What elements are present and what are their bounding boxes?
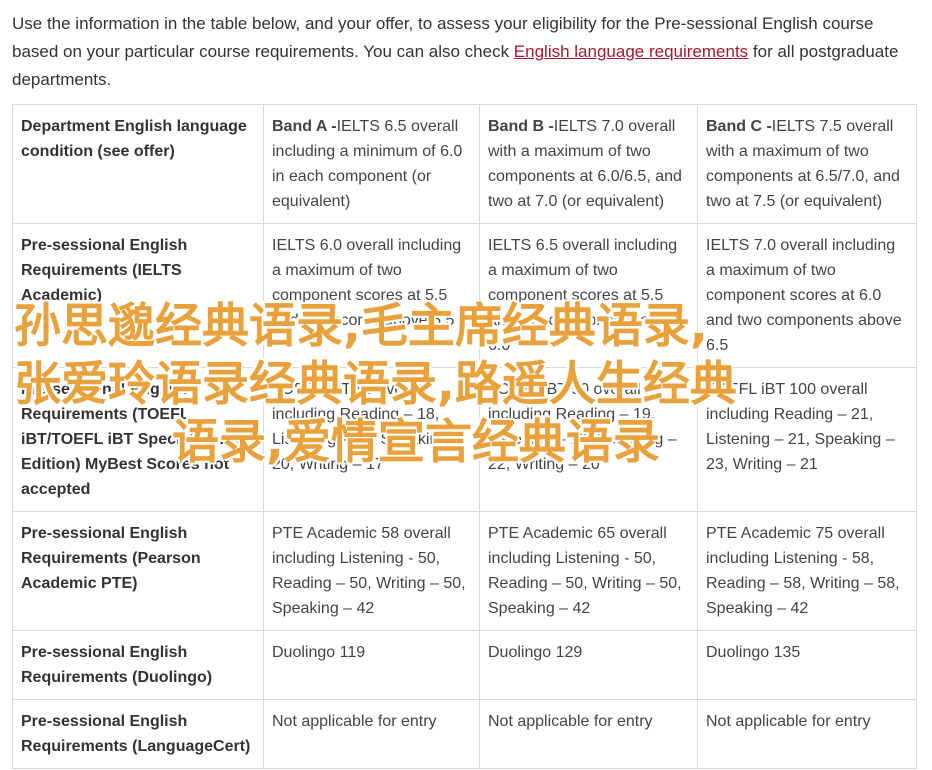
cell-band-c: Not applicable for entry [697,699,917,769]
table-header-row: Department English language condition (s… [12,104,917,224]
table-row-toefl: Pre-sessional English Requirements (TOEF… [12,367,917,512]
row-head: Pre-sessional English Requirements (Duol… [12,630,264,700]
cell-band-a: Duolingo 119 [263,630,480,700]
table-row-languagecert: Pre-sessional English Requirements (Lang… [12,699,917,769]
cell-band-a: TOEFL iBT 80 overall including Reading –… [263,367,480,512]
row-head: Pre-sessional English Requirements (TOEF… [12,367,264,512]
row-head: Pre-sessional English Requirements (IELT… [12,223,264,368]
requirements-table: Department English language condition (s… [12,104,917,769]
row-head: Pre-sessional English Requirements (Lang… [12,699,264,769]
cell-band-c: TOEFL iBT 100 overall including Reading … [697,367,917,512]
header-band-b: Band B -IELTS 7.0 overall with a maximum… [479,104,698,224]
intro-paragraph: Use the information in the table below, … [12,10,917,94]
english-language-requirements-link[interactable]: English language requirements [514,42,748,61]
header-band-a: Band A -IELTS 6.5 overall including a mi… [263,104,480,224]
table-row-duolingo: Pre-sessional English Requirements (Duol… [12,630,917,700]
cell-band-b: Duolingo 129 [479,630,698,700]
cell-band-b: Not applicable for entry [479,699,698,769]
cell-band-c: PTE Academic 75 overall including Listen… [697,511,917,631]
row-head: Pre-sessional English Requirements (Pear… [12,511,264,631]
header-department-condition: Department English language condition (s… [12,104,264,224]
cell-band-b: PTE Academic 65 overall including Listen… [479,511,698,631]
band-a-label: Band A - [272,118,337,135]
cell-band-b: TOEFL iBT 90 overall including Reading –… [479,367,698,512]
band-b-label: Band B - [488,118,554,135]
band-c-label: Band C - [706,118,772,135]
header-band-c: Band C -IELTS 7.5 overall with a maximum… [697,104,917,224]
cell-band-a: PTE Academic 58 overall including Listen… [263,511,480,631]
cell-band-b: IELTS 6.5 overall including a maximum of… [479,223,698,368]
cell-band-c: IELTS 7.0 overall including a maximum of… [697,223,917,368]
table-row-pte: Pre-sessional English Requirements (Pear… [12,511,917,631]
cell-band-a: IELTS 6.0 overall including a maximum of… [263,223,480,368]
cell-band-c: Duolingo 135 [697,630,917,700]
cell-band-a: Not applicable for entry [263,699,480,769]
table-row-ielts: Pre-sessional English Requirements (IELT… [12,223,917,368]
